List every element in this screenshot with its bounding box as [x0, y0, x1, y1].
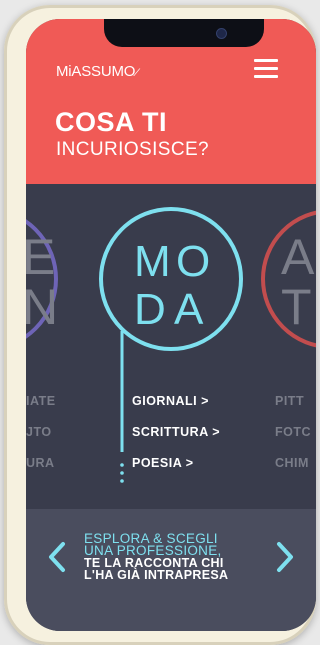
category-link-scrittura[interactable]: SCRITTURA >: [132, 425, 220, 439]
phone-notch: [104, 19, 264, 47]
left-letter-2: N: [26, 279, 58, 335]
left-item: JTO: [26, 425, 52, 439]
category-carousel: E N A T M O D A IATE JTO URA GIORNALI > …: [26, 184, 316, 509]
left-letter-1: E: [26, 229, 55, 285]
logo-text: MiASSUMO: [56, 63, 136, 80]
left-item: IATE: [26, 394, 56, 408]
camera-icon: [216, 28, 227, 39]
left-item: URA: [26, 456, 55, 470]
promo-line-4: L'HA GIÀ INTRAPRESA: [84, 568, 229, 582]
explore-promo: ESPLORA & SCEGLI UNA PROFESSIONE, TE LA …: [84, 532, 264, 582]
connector-dot: [120, 479, 124, 483]
moda-letter-m: M: [134, 237, 174, 286]
phone-frame: MiASSUMO⁄ COSA TI INCURIOSISCE? E N A T …: [4, 5, 316, 645]
right-item: CHIM: [275, 456, 309, 470]
connector-dot: [120, 471, 124, 475]
right-letter-1: A: [281, 229, 315, 285]
app-screen: MiASSUMO⁄ COSA TI INCURIOSISCE? E N A T …: [26, 19, 316, 631]
logo[interactable]: MiASSUMO⁄: [56, 63, 138, 80]
hamburger-icon[interactable]: [254, 57, 280, 79]
explore-footer: ESPLORA & SCEGLI UNA PROFESSIONE, TE LA …: [26, 509, 316, 631]
chevron-right-icon[interactable]: [274, 541, 296, 573]
page-subtitle: INCURIOSISCE?: [56, 139, 210, 160]
right-letter-2: T: [281, 279, 312, 335]
right-item: PITT: [275, 394, 305, 408]
right-item: FOTC: [275, 425, 312, 439]
category-link-poesia[interactable]: POESIA >: [132, 456, 194, 470]
moda-letter-d: D: [134, 285, 166, 334]
moda-letter-a: A: [174, 285, 204, 334]
connector-dot: [120, 463, 124, 467]
category-link-giornali[interactable]: GIORNALI >: [132, 394, 209, 408]
page-title: COSA TI: [55, 107, 168, 137]
chevron-left-icon[interactable]: [46, 541, 68, 573]
logo-swoosh-icon: ⁄: [136, 67, 138, 79]
moda-letter-o: O: [176, 237, 210, 286]
